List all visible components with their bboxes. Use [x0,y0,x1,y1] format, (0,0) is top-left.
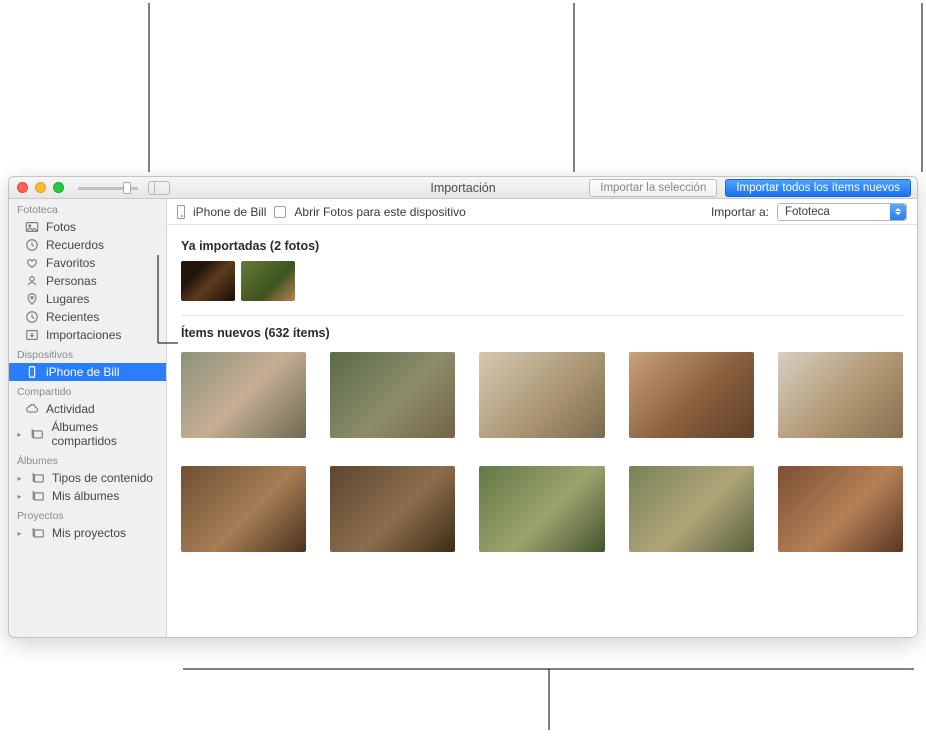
sidebar-item-álbumes-compartidos[interactable]: ▸ Álbumes compartidos [9,418,166,450]
photo-thumbnail[interactable] [629,352,754,438]
sidebar-item-fotos[interactable]: Fotos [9,218,166,236]
sidebar-item-recientes[interactable]: Recientes [9,308,166,326]
sidebar-item-label: Álbumes compartidos [51,420,160,448]
sidebar-item-label: Tipos de contenido [52,471,153,485]
pin-icon [25,292,39,306]
device-name-label: iPhone de Bill [193,205,266,219]
new-items-heading: Ítems nuevos (632 ítems) [181,326,903,340]
sidebar-item-label: Importaciones [46,328,121,342]
section-divider [181,315,903,316]
disclosure-triangle-icon[interactable]: ▸ [15,492,24,501]
photo-thumbnail[interactable] [778,352,903,438]
sidebar-item-label: iPhone de Bill [46,365,119,379]
device-toolbar: iPhone de Bill Abrir Fotos para este dis… [167,199,917,225]
recent-icon [25,310,39,324]
sidebar-item-label: Mis proyectos [52,526,126,540]
thumbnail-zoom-slider[interactable] [78,182,138,194]
photo-thumbnail[interactable] [181,352,306,438]
sidebar-group-header: Dispositivos [9,344,166,363]
sidebar-toggle-btn[interactable] [148,181,170,195]
import-to-select[interactable]: Fototeca [777,203,907,221]
photo-thumbnail[interactable] [330,466,455,552]
photo-thumbnail[interactable] [479,466,604,552]
import-all-new-button[interactable]: Importar todos los ítems nuevos [725,179,911,197]
sidebar-item-lugares[interactable]: Lugares [9,290,166,308]
sidebar-item-importaciones[interactable]: Importaciones [9,326,166,344]
import-icon [25,328,39,342]
sidebar-item-label: Actividad [46,402,95,416]
source-sidebar: Fototeca Fotos Recuerdos Favoritos Personas L… [9,199,167,637]
photo-thumbnail[interactable] [778,466,903,552]
photo-thumbnail[interactable] [330,352,455,438]
photo-thumbnail[interactable] [479,352,604,438]
sidebar-group-header: Álbumes [9,450,166,469]
disclosure-triangle-icon[interactable]: ▸ [15,474,24,483]
sidebar-item-label: Personas [46,274,97,288]
sidebar-group-header: Compartido [9,381,166,400]
select-arrows-icon [890,204,906,220]
already-imported-thumbs [181,261,903,301]
open-photos-checkbox[interactable] [274,206,286,218]
close-window-btn[interactable] [17,182,28,193]
sidebar-item-label: Mis álbumes [52,489,119,503]
sidebar-item-label: Fotos [46,220,76,234]
sidebar-item-favoritos[interactable]: Favoritos [9,254,166,272]
phone-icon [177,205,185,219]
sidebar-item-iphone-de-bill[interactable]: iPhone de Bill [9,363,166,381]
zoom-window-btn[interactable] [53,182,64,193]
open-photos-label: Abrir Fotos para este dispositivo [294,205,465,219]
album-icon [31,471,45,485]
already-imported-heading: Ya importadas (2 fotos) [181,239,903,253]
import-to-label: Importar a: [711,205,769,219]
heart-icon [25,256,39,270]
sidebar-group-header: Fototeca [9,199,166,218]
content-pane: iPhone de Bill Abrir Fotos para este dis… [167,199,917,637]
import-to-value: Fototeca [785,206,830,218]
sidebar-item-mis-proyectos[interactable]: ▸ Mis proyectos [9,524,166,542]
phone-icon [25,365,39,379]
new-items-grid [181,352,903,552]
album-icon [30,427,44,441]
photo-thumbnail[interactable] [241,261,295,301]
sidebar-item-mis-álbumes[interactable]: ▸ Mis álbumes [9,487,166,505]
person-icon [25,274,39,288]
cloud-icon [25,402,39,416]
window-title: Importación [430,181,495,195]
sidebar-item-label: Lugares [46,292,89,306]
sidebar-item-tipos-de-contenido[interactable]: ▸ Tipos de contenido [9,469,166,487]
app-window: Importación Importar la selección Import… [8,176,918,638]
photo-thumbnail[interactable] [181,466,306,552]
sidebar-group-header: Proyectos [9,505,166,524]
sidebar-item-actividad[interactable]: Actividad [9,400,166,418]
minimize-window-btn[interactable] [35,182,46,193]
import-scroll-area[interactable]: Ya importadas (2 fotos) Ítems nuevos (63… [167,225,917,637]
sidebar-item-personas[interactable]: Personas [9,272,166,290]
titlebar: Importación Importar la selección Import… [9,177,917,199]
import-selection-button[interactable]: Importar la selección [589,179,717,197]
disclosure-triangle-icon[interactable]: ▸ [15,529,24,538]
disclosure-triangle-icon[interactable]: ▸ [15,430,23,439]
sidebar-item-label: Favoritos [46,256,95,270]
traffic-lights [17,182,64,193]
clock-icon [25,238,39,252]
album-icon [31,489,45,503]
sidebar-item-label: Recientes [46,310,99,324]
photos-icon [25,220,39,234]
sidebar-item-recuerdos[interactable]: Recuerdos [9,236,166,254]
sidebar-item-label: Recuerdos [46,238,104,252]
album-icon [31,526,45,540]
photo-thumbnail[interactable] [181,261,235,301]
photo-thumbnail[interactable] [629,466,754,552]
